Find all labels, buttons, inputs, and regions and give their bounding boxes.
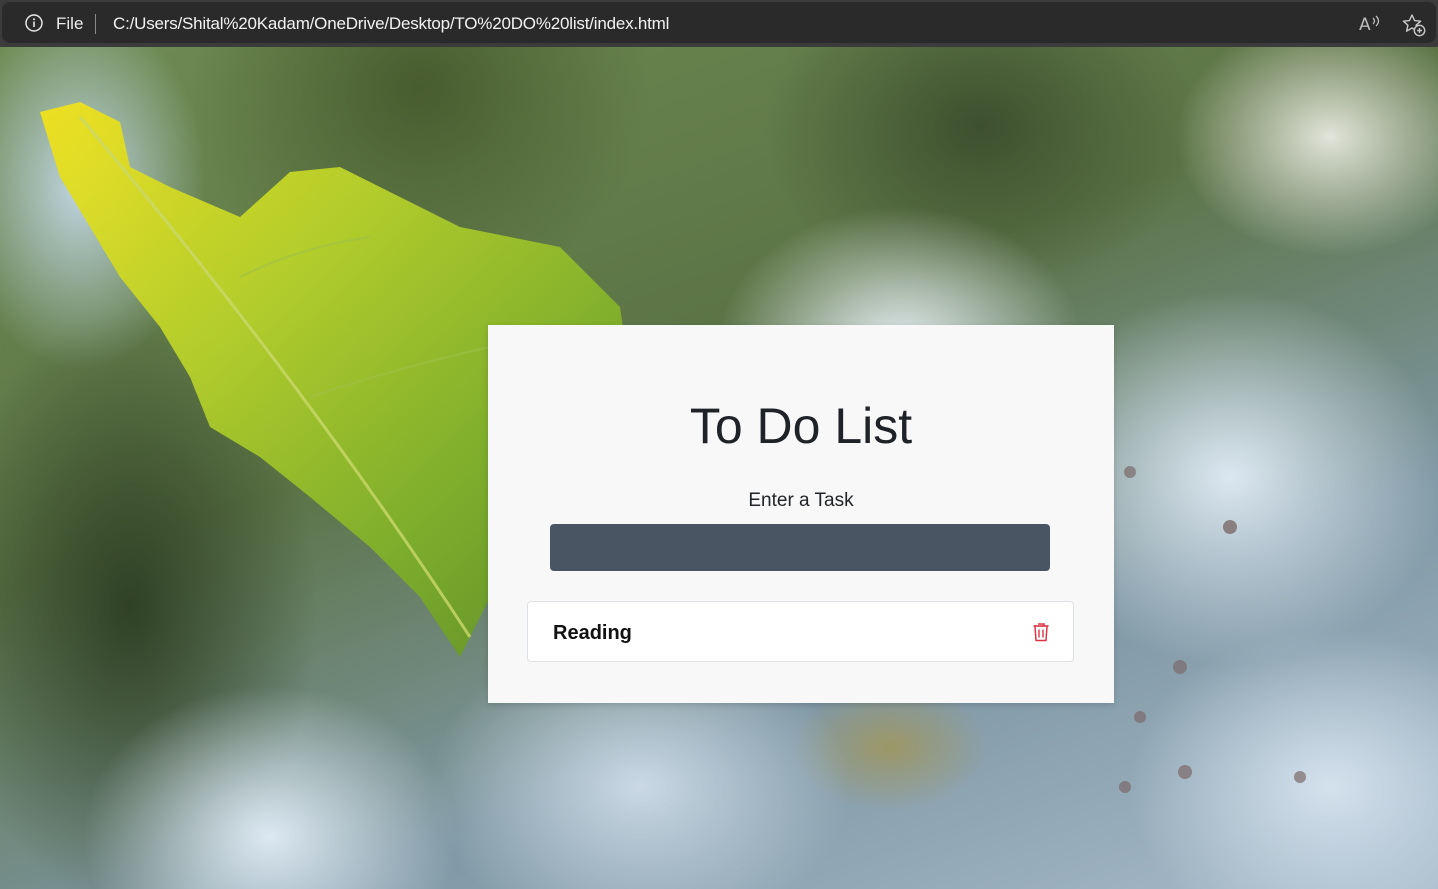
favorite-add-icon[interactable]	[1402, 13, 1426, 37]
address-separator	[95, 14, 96, 34]
read-aloud-icon[interactable]: A	[1358, 13, 1382, 35]
address-bar: File C:/Users/Shital%20Kadam/OneDrive/De…	[0, 0, 1438, 47]
info-icon[interactable]	[25, 14, 43, 32]
svg-text:A: A	[1359, 15, 1371, 35]
page-title: To Do List	[689, 398, 913, 454]
page-viewport: To Do List Enter a Task Reading	[0, 47, 1438, 889]
todo-card: To Do List Enter a Task Reading	[488, 325, 1114, 703]
scheme-label: File	[56, 14, 84, 33]
task-item: Reading	[527, 601, 1074, 662]
background-flower-center	[1119, 466, 1306, 793]
address-bar-field[interactable]: File C:/Users/Shital%20Kadam/OneDrive/De…	[2, 2, 1436, 43]
task-input-label: Enter a Task	[748, 490, 854, 511]
task-list: Reading	[527, 601, 1074, 662]
task-text: Reading	[553, 622, 632, 644]
task-input[interactable]	[550, 524, 1050, 571]
trash-icon[interactable]	[1032, 622, 1050, 642]
url-text[interactable]: C:/Users/Shital%20Kadam/OneDrive/Desktop…	[113, 13, 669, 35]
browser-window: File C:/Users/Shital%20Kadam/OneDrive/De…	[0, 0, 1438, 889]
